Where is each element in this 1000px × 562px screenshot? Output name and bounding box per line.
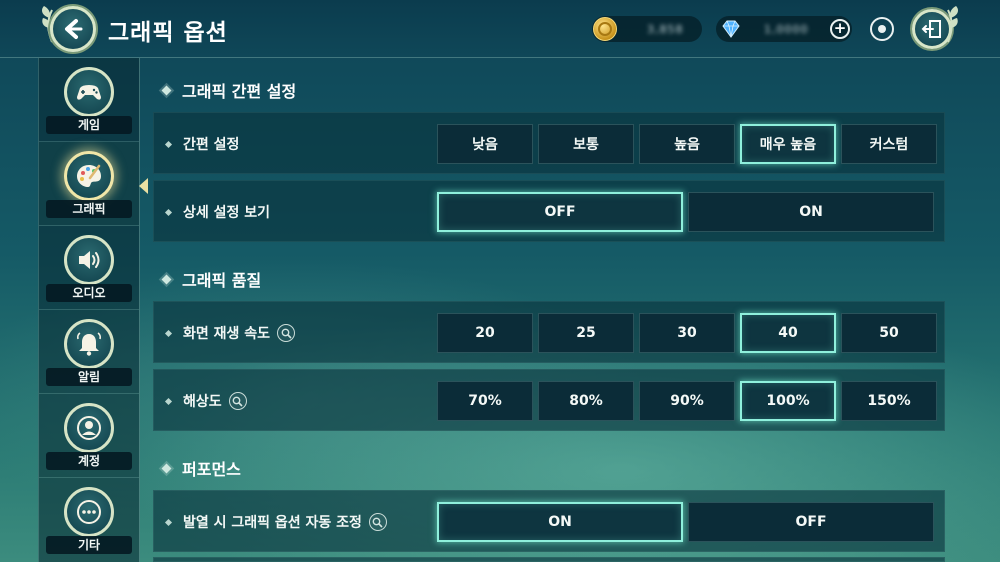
target-icon[interactable] [870, 17, 894, 41]
etc-ring [64, 487, 114, 537]
page-title: 그래픽 옵션 [108, 20, 228, 46]
audio-ring [64, 235, 114, 285]
option-button[interactable]: 커스텀 [841, 124, 937, 164]
setting-label: 발열 시 그래픽 옵션 자동 조정 [164, 491, 387, 553]
option-button[interactable]: 낮음 [437, 124, 533, 164]
diamond-bullet-icon [164, 208, 173, 216]
sidebar-item-audio[interactable]: 오디오 [39, 226, 139, 310]
option-button[interactable]: 90% [639, 381, 735, 421]
setting-label: 상세 설정 보기 [164, 181, 271, 243]
option-button[interactable]: 높음 [639, 124, 735, 164]
diamond-bullet-icon [161, 85, 172, 95]
sidebar-item-label: 알림 [46, 368, 132, 386]
diamond-bullet-icon [164, 518, 173, 526]
user-icon [77, 416, 101, 440]
resolution-label: 해상도 [183, 394, 222, 410]
diamond-bullet-icon [164, 397, 173, 405]
framerate-options: 20 25 30 40 50 [437, 313, 937, 353]
section-title-text: 그래픽 간편 설정 [182, 82, 297, 101]
option-button[interactable]: 50 [841, 313, 937, 353]
palette-icon [77, 164, 101, 187]
framerate-label: 화면 재생 속도 [183, 326, 271, 342]
active-tab-indicator [139, 178, 148, 194]
speaker-icon [79, 251, 100, 269]
gold-currency: 3,858 [592, 16, 702, 42]
gem-currency: 1,0000 + [716, 16, 852, 42]
option-button[interactable]: 30 [639, 313, 735, 353]
section-title-text: 그래픽 품질 [182, 271, 262, 290]
more-icon [77, 500, 101, 524]
on-toggle-button[interactable]: ON [688, 192, 934, 232]
setting-label: 해상도 [164, 370, 247, 432]
setting-row-resolution: 해상도 70% 80% 90% 100% 150% [153, 369, 945, 431]
diamond-bullet-icon [164, 329, 173, 337]
setting-row-next-partial [153, 557, 945, 562]
off-toggle-button[interactable]: OFF [688, 502, 934, 542]
magnifier-icon[interactable] [228, 392, 247, 410]
sidebar-item-label: 기타 [46, 536, 132, 554]
setting-row-preset: 간편 설정 낮음 보통 높음 매우 높음 커스텀 [153, 112, 945, 174]
gem-amount: 1,0000 [764, 22, 809, 36]
auto-adjust-label: 발열 시 그래픽 옵션 자동 조정 [183, 515, 362, 531]
on-toggle-button[interactable]: ON [437, 502, 683, 542]
sidebar-item-label: 그래픽 [46, 200, 132, 218]
section-title-performance: 퍼포먼스 [161, 456, 241, 480]
detail-options: OFF ON [437, 192, 934, 232]
gamepad-icon [77, 85, 101, 100]
blue-gem-icon [722, 20, 740, 38]
settings-sidebar: 게임 그래픽 오디오 알림 계정 기타 [38, 58, 148, 562]
sidebar-item-etc[interactable]: 기타 [39, 478, 139, 562]
sidebar-item-label: 게임 [46, 116, 132, 134]
setting-label: 간편 설정 [164, 113, 240, 175]
account-ring [64, 403, 114, 453]
option-button[interactable]: 80% [538, 381, 634, 421]
back-arrow-icon [65, 19, 83, 39]
option-button[interactable]: 보통 [538, 124, 634, 164]
setting-row-detail: 상세 설정 보기 OFF ON [153, 180, 945, 242]
off-toggle-button[interactable]: OFF [437, 192, 683, 232]
option-button[interactable]: 70% [437, 381, 533, 421]
setting-row-framerate: 화면 재생 속도 20 25 30 40 50 [153, 301, 945, 363]
diamond-bullet-icon [161, 463, 172, 473]
magnifier-icon[interactable] [277, 324, 296, 342]
back-button[interactable] [50, 6, 96, 52]
option-button-selected[interactable]: 매우 높음 [740, 124, 836, 164]
leaf-ornament-icon [947, 6, 958, 43]
resolution-options: 70% 80% 90% 100% 150% [437, 381, 937, 421]
detail-label: 상세 설정 보기 [183, 205, 271, 221]
sidebar-item-label: 계정 [46, 452, 132, 470]
sidebar-item-label: 오디오 [46, 284, 132, 302]
gold-coin-icon [593, 17, 617, 41]
option-button[interactable]: 25 [538, 313, 634, 353]
option-button[interactable]: 150% [841, 381, 937, 421]
game-ring [64, 67, 114, 117]
preset-label: 간편 설정 [183, 137, 240, 153]
sidebar-item-game[interactable]: 게임 [39, 58, 139, 142]
option-button-selected[interactable]: 40 [740, 313, 836, 353]
section-title-quality: 그래픽 품질 [161, 267, 262, 291]
gold-amount: 3,858 [647, 22, 684, 36]
setting-label: 화면 재생 속도 [164, 302, 296, 364]
bell-icon [76, 332, 102, 356]
option-button[interactable]: 20 [437, 313, 533, 353]
auto-adjust-options: ON OFF [437, 502, 934, 542]
preset-options: 낮음 보통 높음 매우 높음 커스텀 [437, 124, 937, 164]
graphics-ring [64, 151, 114, 201]
add-gem-button[interactable]: + [830, 19, 850, 39]
settings-content: 그래픽 간편 설정 간편 설정 낮음 보통 높음 매우 높음 커스텀 상세 설정… [153, 58, 947, 562]
section-title-text: 퍼포먼스 [182, 460, 241, 479]
diamond-bullet-icon [164, 140, 173, 148]
magnifier-icon[interactable] [368, 513, 387, 531]
notification-ring [64, 319, 114, 369]
top-bar: 그래픽 옵션 3,858 1,0000 + [0, 0, 1000, 58]
setting-row-auto-adjust: 발열 시 그래픽 옵션 자동 조정 ON OFF [153, 490, 945, 552]
diamond-bullet-icon [161, 274, 172, 284]
sidebar-item-graphics[interactable]: 그래픽 [39, 142, 148, 226]
sidebar-item-account[interactable]: 계정 [39, 394, 139, 478]
sidebar-item-notification[interactable]: 알림 [39, 310, 139, 394]
section-title-quick: 그래픽 간편 설정 [161, 78, 297, 102]
option-button-selected[interactable]: 100% [740, 381, 836, 421]
